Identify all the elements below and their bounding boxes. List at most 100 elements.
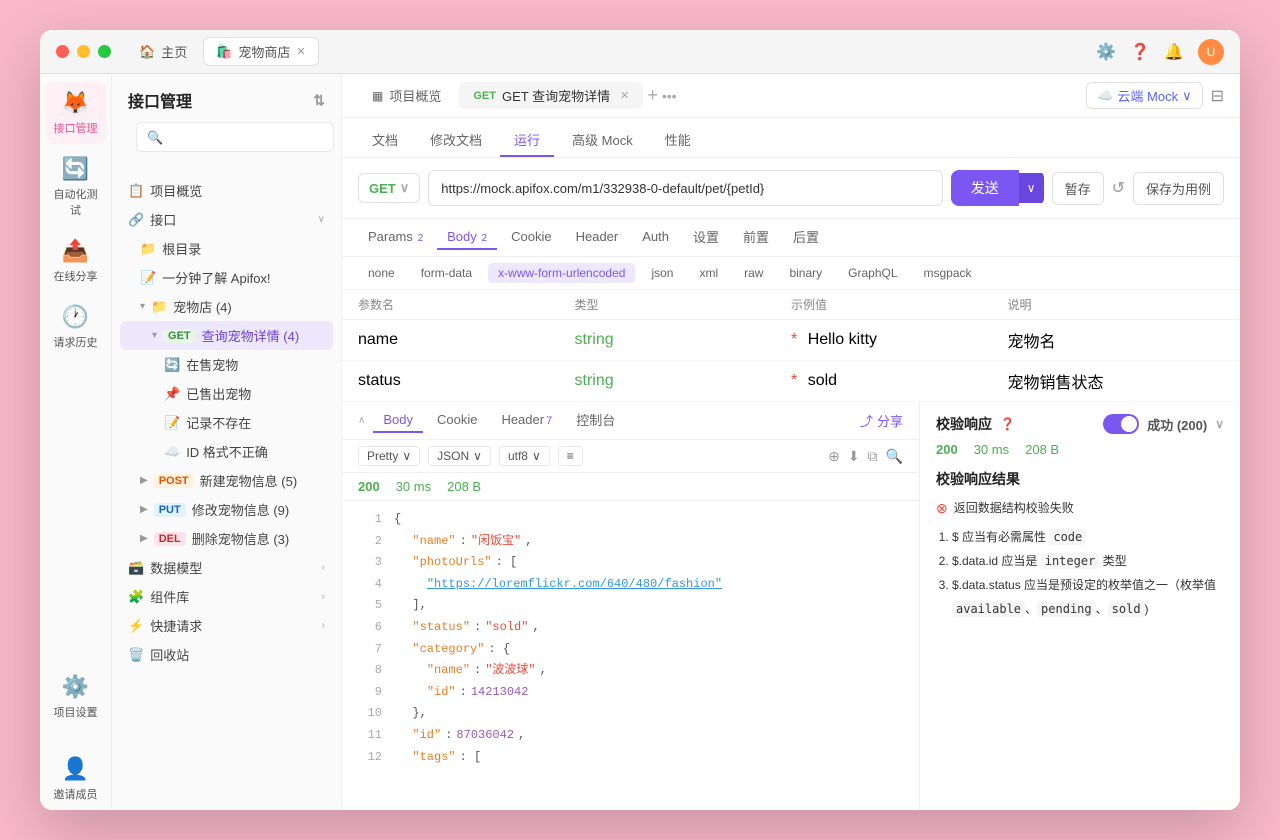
body-type-none[interactable]: none	[358, 263, 405, 283]
url-input[interactable]	[428, 170, 943, 206]
save-draft-button[interactable]: 暂存	[1052, 172, 1104, 205]
more-tabs-icon[interactable]: •••	[662, 88, 677, 104]
chevron-down-icon[interactable]: ∨	[1215, 417, 1224, 431]
nav-item-components[interactable]: 🧩 组件库 ›	[120, 582, 333, 611]
body-type-raw[interactable]: raw	[734, 263, 773, 283]
tab-close-icon[interactable]: ✕	[296, 45, 305, 58]
top-tab-project-overview[interactable]: ▦ 项目概览	[358, 82, 455, 109]
nav-item-put-pet[interactable]: ▶ PUT 修改宠物信息 (9)	[120, 495, 333, 524]
content-tab-edit-doc[interactable]: 修改文档	[416, 124, 496, 157]
nav-item-on-sale[interactable]: 🔄 在售宠物	[120, 350, 333, 379]
format-wrap-button[interactable]: ≡	[558, 446, 583, 466]
nav-item-root[interactable]: 📁 根目录	[120, 234, 333, 263]
nav-item-sold[interactable]: 📌 已售出宠物	[120, 379, 333, 408]
param-tab-pre[interactable]: 前置	[733, 223, 779, 252]
download-icon[interactable]: ⬇	[848, 448, 860, 465]
format-json-button[interactable]: JSON ∨	[428, 446, 491, 466]
nav-item-recycle[interactable]: 🗑️ 回收站	[120, 640, 333, 669]
sidebar-item-automation[interactable]: 🔄 自动化测试	[46, 148, 106, 226]
share-button[interactable]: ⤴ 分享	[860, 411, 903, 430]
top-tabbar-actions: ☁️ 云端 Mock ∨ ⊟	[1086, 82, 1224, 109]
save-as-case-button[interactable]: 保存为用例	[1133, 172, 1224, 205]
search-input[interactable]	[136, 122, 334, 152]
param-tab-auth[interactable]: Auth	[632, 225, 679, 250]
nav-item-post-new-pet[interactable]: ▶ POST 新建宠物信息 (5)	[120, 466, 333, 495]
body-type-form-data[interactable]: form-data	[411, 263, 482, 283]
format-encoding-button[interactable]: utf8 ∨	[499, 446, 550, 466]
content-tab-run[interactable]: 运行	[500, 124, 554, 157]
param-tab-settings[interactable]: 设置	[683, 223, 729, 252]
validation-panel: 校验响应 ❓ 成功 (200) ∨ 200 30 ms 208 B	[920, 402, 1240, 810]
body-type-binary[interactable]: binary	[779, 263, 832, 283]
content-tab-advanced-mock[interactable]: 高级 Mock	[558, 124, 647, 157]
avatar[interactable]: U	[1198, 39, 1224, 65]
param-tab-cookie[interactable]: Cookie	[501, 225, 561, 250]
nav-item-get-pet-detail[interactable]: ▾ GET 查询宠物详情 (4)	[120, 321, 333, 350]
nav-item-del-pet[interactable]: ▶ DEL 删除宠物信息 (3)	[120, 524, 333, 553]
layout-icon[interactable]: ⊟	[1211, 86, 1224, 106]
response-tab-cookie[interactable]: Cookie	[427, 408, 487, 433]
top-tab-get-pet[interactable]: GET GET 查询宠物详情 ✕	[459, 82, 643, 109]
nav-item-project-overview[interactable]: 📋 项目概览	[120, 176, 333, 205]
main-panel: ▦ 项目概览 GET GET 查询宠物详情 ✕ + ••• ☁️ 云端 Mock…	[342, 74, 1240, 810]
minimize-button[interactable]	[77, 45, 90, 58]
response-tab-console[interactable]: 控制台	[566, 406, 625, 435]
param-tab-post[interactable]: 后置	[783, 223, 829, 252]
photo-url-link[interactable]: "https://loremflickr.com/640/480/fashion…	[427, 574, 722, 596]
help-icon[interactable]: ❓	[1130, 42, 1150, 62]
body-type-graphql[interactable]: GraphQL	[838, 263, 907, 283]
tab-home[interactable]: 🏠 主页	[127, 38, 199, 65]
tab-close-icon[interactable]: ✕	[620, 89, 629, 102]
param-tab-params[interactable]: Params 2	[358, 225, 433, 250]
expand-icon: ▶	[140, 475, 148, 486]
refresh-icon[interactable]: ↺	[1112, 178, 1125, 198]
nav-item-intro[interactable]: 📝 一分钟了解 Apifox!	[120, 263, 333, 292]
response-tab-header[interactable]: Header7	[491, 408, 562, 433]
extract-icon[interactable]: ⊕	[828, 448, 840, 465]
settings-icon[interactable]: ⚙️	[1096, 42, 1116, 62]
nav-item-interface[interactable]: 🔗 接口 ∨	[120, 205, 333, 234]
method-select[interactable]: GET ∨	[358, 173, 420, 203]
copy-icon[interactable]: ⧉	[868, 448, 878, 465]
body-type-xml[interactable]: xml	[689, 263, 728, 283]
content-tab-doc[interactable]: 文档	[358, 124, 412, 157]
method-label: GET	[473, 90, 496, 102]
search-icon[interactable]: 🔍	[886, 448, 903, 465]
bell-icon[interactable]: 🔔	[1164, 42, 1184, 62]
nav-item-id-invalid[interactable]: ☁️ ID 格式不正确	[120, 437, 333, 466]
question-icon[interactable]: ❓	[1000, 417, 1015, 431]
param-tab-header[interactable]: Header	[566, 225, 629, 250]
sort-icon[interactable]: ⇅	[313, 92, 325, 109]
nav-item-no-record[interactable]: 📝 记录不存在	[120, 408, 333, 437]
validation-toggle[interactable]	[1103, 414, 1139, 434]
content-tab-performance[interactable]: 性能	[651, 124, 705, 157]
send-button[interactable]: 发送	[951, 170, 1019, 206]
nav-item-quick-request[interactable]: ⚡ 快捷请求 ›	[120, 611, 333, 640]
maximize-button[interactable]	[98, 45, 111, 58]
nav-item-pet-shop-folder[interactable]: ▾ 📁 宠物店 (4)	[120, 292, 333, 321]
cloud-icon: ☁️	[164, 444, 180, 460]
validation-header: 校验响应 ❓ 成功 (200) ∨	[936, 414, 1224, 434]
close-button[interactable]	[56, 45, 69, 58]
add-tab-icon[interactable]: +	[647, 85, 658, 106]
param-tab-body[interactable]: Body 2	[437, 225, 497, 250]
sidebar-item-request-history[interactable]: 🕐 请求历史	[46, 296, 106, 358]
body-type-msgpack[interactable]: msgpack	[914, 263, 982, 283]
format-pretty-button[interactable]: Pretty ∨	[358, 446, 420, 466]
request-bar: GET ∨ 发送 ∨ 暂存 ↺ 保存为用例	[342, 158, 1240, 219]
nav-item-data-model[interactable]: 🗃️ 数据模型 ›	[120, 553, 333, 582]
param-type: string	[575, 372, 792, 390]
json-line: 9 "id": 14213042	[358, 682, 903, 704]
body-type-json[interactable]: json	[641, 263, 683, 283]
nav-header-icons: ⇅	[313, 92, 325, 109]
sidebar-item-invite-members[interactable]: 👤 邀请成员	[46, 748, 106, 810]
collapse-icon[interactable]: ∧	[358, 415, 365, 426]
sidebar-item-api-management[interactable]: 🦊 接口管理	[46, 82, 106, 144]
tab-pet-shop[interactable]: 🛍️ 宠物商店 ✕	[203, 37, 318, 66]
send-dropdown-button[interactable]: ∨	[1019, 173, 1044, 203]
response-tab-body[interactable]: Body	[373, 408, 423, 433]
cloud-mock-button[interactable]: ☁️ 云端 Mock ∨	[1086, 82, 1202, 109]
body-type-urlencoded[interactable]: x-www-form-urlencoded	[488, 263, 635, 283]
sidebar-item-project-settings[interactable]: ⚙️ 项目设置	[46, 666, 106, 728]
sidebar-item-online-share[interactable]: 📤 在线分享	[46, 230, 106, 292]
